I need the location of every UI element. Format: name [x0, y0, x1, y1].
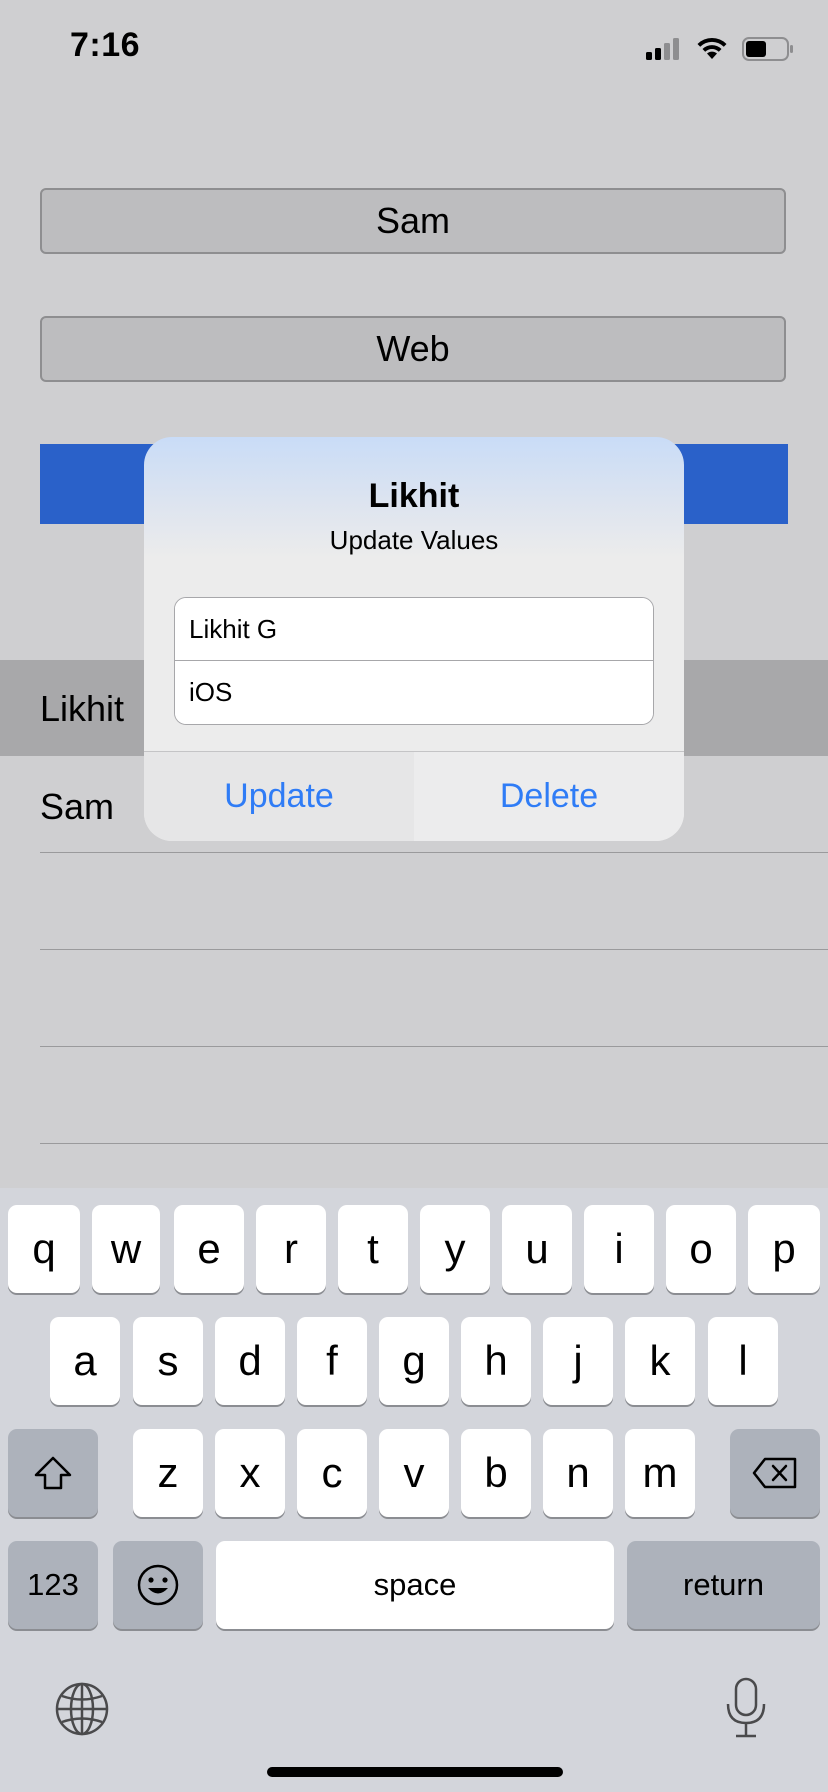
key-u[interactable]: u — [502, 1205, 572, 1293]
key-q[interactable]: q — [8, 1205, 80, 1293]
key-d[interactable]: d — [215, 1317, 285, 1405]
alert-fields — [174, 597, 654, 725]
numbers-key[interactable]: 123 — [8, 1541, 98, 1629]
key-b[interactable]: b — [461, 1429, 531, 1517]
status-time: 7:16 — [70, 26, 141, 64]
delete-button[interactable]: Delete — [414, 752, 684, 841]
key-s[interactable]: s — [133, 1317, 203, 1405]
key-w[interactable]: w — [92, 1205, 160, 1293]
key-o[interactable]: o — [666, 1205, 736, 1293]
row-separator — [40, 852, 828, 853]
key-c[interactable]: c — [297, 1429, 367, 1517]
keyboard: q w e r t y u i o p a s d f g h j k l z … — [0, 1188, 828, 1792]
space-key[interactable]: space — [216, 1541, 614, 1629]
alert-message: Update Values — [329, 525, 499, 555]
key-l[interactable]: l — [708, 1317, 778, 1405]
row-separator — [40, 1046, 828, 1047]
row-separator — [40, 1143, 828, 1144]
alert-name-input[interactable] — [175, 598, 653, 661]
list-item[interactable]: Likhit — [40, 688, 124, 730]
key-t[interactable]: t — [338, 1205, 408, 1293]
globe-icon[interactable] — [54, 1681, 110, 1737]
emoji-icon — [137, 1564, 179, 1606]
shift-key[interactable] — [8, 1429, 98, 1517]
return-key[interactable]: return — [627, 1541, 820, 1629]
name-field[interactable]: Sam — [40, 188, 786, 254]
alert-platform-input[interactable] — [175, 661, 653, 724]
key-i[interactable]: i — [584, 1205, 654, 1293]
key-p[interactable]: p — [748, 1205, 820, 1293]
platform-field[interactable]: Web — [40, 316, 786, 382]
backspace-key[interactable] — [730, 1429, 820, 1517]
key-r[interactable]: r — [256, 1205, 326, 1293]
key-g[interactable]: g — [379, 1317, 449, 1405]
key-z[interactable]: z — [133, 1429, 203, 1517]
row-separator — [40, 949, 828, 950]
key-f[interactable]: f — [297, 1317, 367, 1405]
status-icons — [646, 34, 794, 64]
alert-title: Likhit — [368, 477, 460, 515]
key-y[interactable]: y — [420, 1205, 490, 1293]
key-v[interactable]: v — [379, 1429, 449, 1517]
microphone-icon[interactable] — [722, 1676, 770, 1740]
update-button[interactable]: Update — [144, 752, 414, 841]
key-n[interactable]: n — [543, 1429, 613, 1517]
shift-icon — [34, 1456, 72, 1490]
update-alert: Likhit Update Values Update Delete — [144, 437, 684, 841]
list-item[interactable]: Sam — [40, 786, 114, 828]
wifi-icon — [697, 37, 727, 59]
battery-icon — [742, 37, 793, 61]
key-x[interactable]: x — [215, 1429, 285, 1517]
emoji-key[interactable] — [113, 1541, 203, 1629]
key-m[interactable]: m — [625, 1429, 695, 1517]
key-j[interactable]: j — [543, 1317, 613, 1405]
key-h[interactable]: h — [461, 1317, 531, 1405]
key-k[interactable]: k — [625, 1317, 695, 1405]
cellular-signal-icon — [646, 38, 679, 60]
backspace-icon — [752, 1457, 797, 1489]
home-indicator — [267, 1767, 563, 1777]
key-e[interactable]: e — [174, 1205, 244, 1293]
key-a[interactable]: a — [50, 1317, 120, 1405]
